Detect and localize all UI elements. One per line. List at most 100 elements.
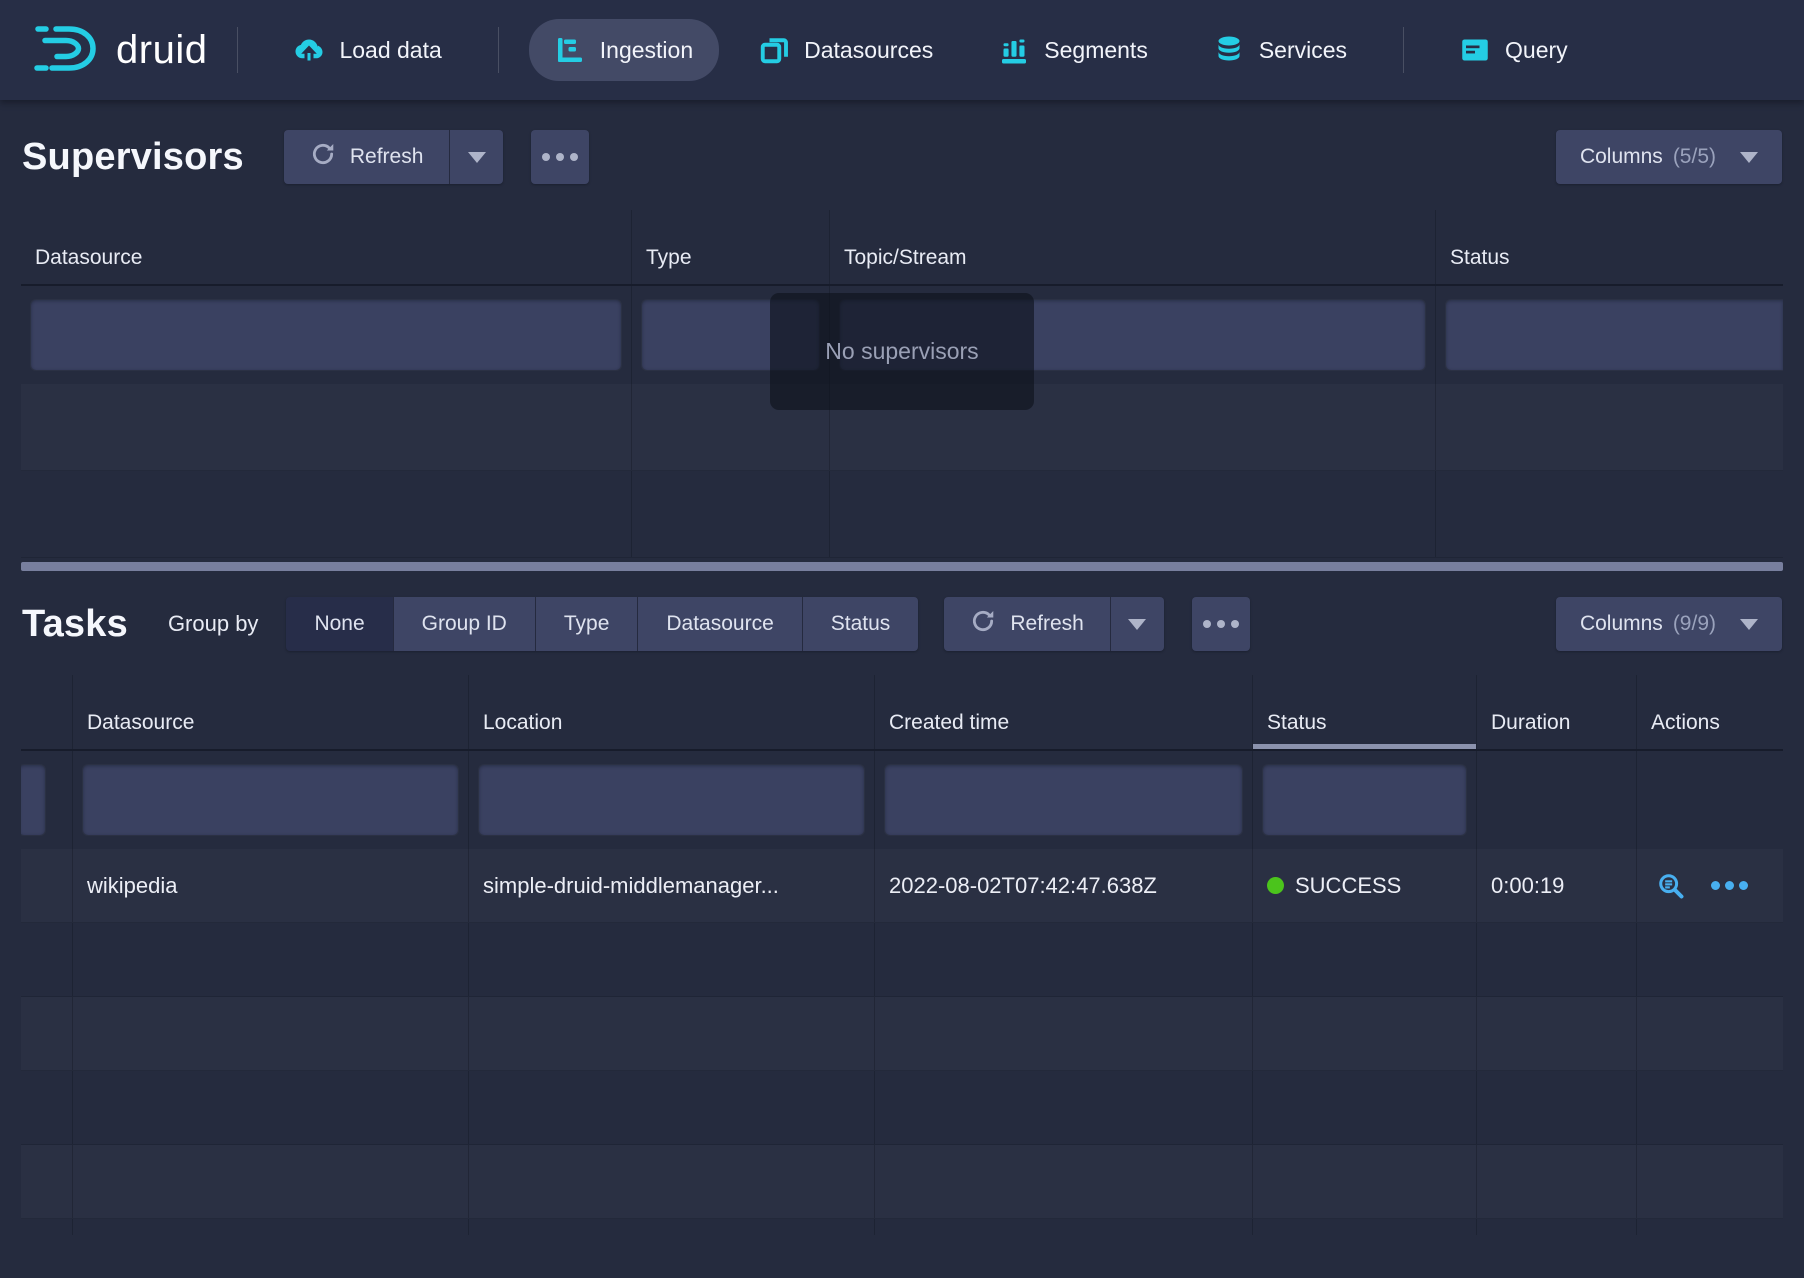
nav-item-label: Query xyxy=(1505,37,1568,64)
column-header-type[interactable]: Type xyxy=(632,210,830,284)
refresh-icon xyxy=(970,608,996,640)
nav-items-query: Query xyxy=(1434,19,1594,81)
status-success-dot xyxy=(1267,877,1284,894)
columns-label: Columns xyxy=(1580,612,1663,636)
database-icon xyxy=(1214,35,1244,65)
column-header-status[interactable]: Status xyxy=(1436,210,1783,284)
chevron-down-icon xyxy=(468,152,486,163)
bar-chart-icon xyxy=(999,35,1029,65)
tasks-refresh-caret-button[interactable] xyxy=(1110,597,1164,651)
supervisors-filter-row xyxy=(21,286,1783,384)
tasks-more-button[interactable] xyxy=(1192,597,1250,651)
chevron-down-icon xyxy=(1740,619,1758,630)
cloud-upload-icon xyxy=(294,35,324,65)
task-row-wikipedia[interactable]: wikipedia simple-druid-middlemanager... … xyxy=(21,849,1783,923)
column-header-duration[interactable]: Duration xyxy=(1477,675,1637,749)
task-id-filter-input[interactable] xyxy=(21,765,45,835)
supervisors-more-button[interactable] xyxy=(531,130,589,184)
nav-item-segments[interactable]: Segments xyxy=(973,19,1174,81)
type-filter-input[interactable] xyxy=(642,300,819,370)
nav-items: Load data xyxy=(268,19,467,81)
task-location-cell: simple-druid-middlemanager... xyxy=(469,849,875,922)
application-icon xyxy=(1460,35,1490,65)
column-header-created-time[interactable]: Created time xyxy=(875,675,1253,749)
refresh-label: Refresh xyxy=(350,145,424,169)
supervisors-columns-dropdown[interactable]: Columns (5/5) xyxy=(1556,130,1782,184)
tasks-columns-dropdown[interactable]: Columns (9/9) xyxy=(1556,597,1782,651)
supervisors-horizontal-scrollbar[interactable] xyxy=(21,562,1783,571)
task-actions-cell xyxy=(1637,849,1783,922)
group-by-status-button[interactable]: Status xyxy=(802,597,919,651)
nav-item-label: Services xyxy=(1259,37,1347,64)
status-filter-input[interactable] xyxy=(1263,765,1466,835)
nav-item-ingestion[interactable]: Ingestion xyxy=(529,19,719,81)
empty-table-row xyxy=(21,1219,1783,1235)
column-header-actions[interactable]: Actions xyxy=(1637,675,1783,749)
tasks-refresh-splitbutton: Refresh xyxy=(944,597,1164,651)
nav-item-label: Ingestion xyxy=(600,37,693,64)
tasks-filter-row xyxy=(21,751,1783,849)
nav-divider xyxy=(1403,27,1404,73)
nav-item-label: Segments xyxy=(1044,37,1148,64)
refresh-icon xyxy=(310,141,336,173)
druid-logo[interactable]: druid xyxy=(34,20,207,81)
group-by-type-button[interactable]: Type xyxy=(535,597,638,651)
task-datasource-cell: wikipedia xyxy=(73,849,469,922)
group-by-none-button[interactable]: None xyxy=(286,597,392,651)
more-icon xyxy=(1203,620,1239,628)
more-actions-icon[interactable] xyxy=(1711,881,1748,890)
chevron-down-icon xyxy=(1128,619,1146,630)
search-details-icon[interactable] xyxy=(1657,872,1685,900)
top-navbar: druid Load data Ingestion xyxy=(0,0,1804,100)
tasks-table-header-row: Datasource Location Created time Status … xyxy=(21,675,1783,751)
supervisors-refresh-splitbutton: Refresh xyxy=(284,130,504,184)
empty-table-row xyxy=(21,1071,1783,1145)
location-filter-input[interactable] xyxy=(479,765,864,835)
nav-item-datasources[interactable]: Datasources xyxy=(733,19,959,81)
group-by-group-id-button[interactable]: Group ID xyxy=(393,597,535,651)
multi-panel-icon xyxy=(759,35,789,65)
column-header-task-id[interactable] xyxy=(21,675,73,749)
brand-name: druid xyxy=(116,28,207,73)
status-filter-input[interactable] xyxy=(1446,300,1783,370)
column-header-datasource[interactable]: Datasource xyxy=(73,675,469,749)
columns-count: (9/9) xyxy=(1673,612,1716,636)
supervisors-table-header-row: Datasource Type Topic/Stream Status xyxy=(21,210,1783,286)
druid-logo-icon xyxy=(34,20,100,81)
tasks-refresh-button[interactable]: Refresh xyxy=(944,597,1110,651)
empty-table-row xyxy=(21,923,1783,997)
nav-item-services[interactable]: Services xyxy=(1188,19,1373,81)
tasks-header-bar: Tasks Group by None Group ID Type Dataso… xyxy=(0,597,1804,651)
columns-label: Columns xyxy=(1580,145,1663,169)
group-by-datasource-button[interactable]: Datasource xyxy=(637,597,801,651)
supervisors-table: Datasource Type Topic/Stream Status No s… xyxy=(21,210,1783,558)
datasource-filter-input[interactable] xyxy=(31,300,621,370)
supervisors-refresh-caret-button[interactable] xyxy=(449,130,503,184)
supervisors-header-bar: Supervisors Refresh Columns (5/5) xyxy=(0,130,1804,184)
tasks-title: Tasks xyxy=(22,603,128,646)
group-by-label: Group by xyxy=(168,611,259,637)
column-header-location[interactable]: Location xyxy=(469,675,875,749)
columns-count: (5/5) xyxy=(1673,145,1716,169)
empty-table-row xyxy=(21,1145,1783,1219)
datasource-filter-input[interactable] xyxy=(83,765,458,835)
column-header-datasource[interactable]: Datasource xyxy=(21,210,632,284)
nav-item-label: Datasources xyxy=(804,37,933,64)
nav-item-load-data[interactable]: Load data xyxy=(268,19,467,81)
topic-stream-filter-input[interactable] xyxy=(840,300,1425,370)
gantt-chart-icon xyxy=(555,35,585,65)
status-text: SUCCESS xyxy=(1295,873,1401,899)
column-header-status[interactable]: Status xyxy=(1253,675,1477,749)
nav-divider xyxy=(237,27,238,73)
empty-table-row xyxy=(21,997,1783,1071)
nav-item-label: Load data xyxy=(339,37,441,64)
refresh-label: Refresh xyxy=(1010,612,1084,636)
tasks-table: Datasource Location Created time Status … xyxy=(21,675,1783,1235)
nav-item-query[interactable]: Query xyxy=(1434,19,1594,81)
nav-divider xyxy=(498,27,499,73)
supervisors-refresh-button[interactable]: Refresh xyxy=(284,130,450,184)
column-header-topic-stream[interactable]: Topic/Stream xyxy=(830,210,1436,284)
task-duration-cell: 0:00:19 xyxy=(1477,849,1637,922)
chevron-down-icon xyxy=(1740,152,1758,163)
created-time-filter-input[interactable] xyxy=(885,765,1242,835)
